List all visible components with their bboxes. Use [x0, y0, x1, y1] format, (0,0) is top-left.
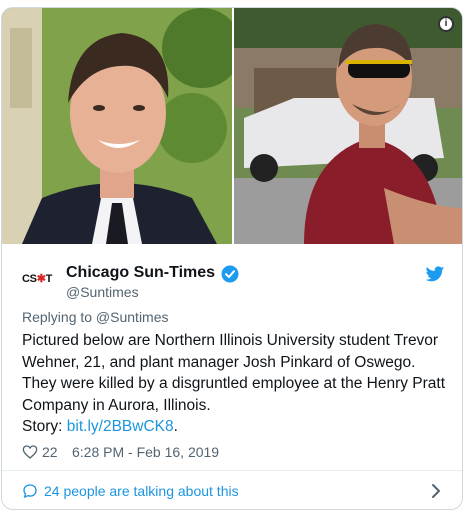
twitter-bird-icon[interactable] — [425, 266, 445, 283]
logo-star: ✱ — [36, 273, 46, 285]
photo-young-man[interactable] — [2, 8, 232, 244]
info-icon[interactable]: i — [438, 16, 454, 32]
tweet-text: Pictured below are Northern Illinois Uni… — [22, 332, 446, 414]
heart-icon[interactable] — [22, 444, 38, 460]
account-handle[interactable]: @Suntimes — [66, 284, 139, 300]
tweet-timestamp[interactable]: 6:28 PM - Feb 16, 2019 — [72, 444, 219, 460]
story-label: Story: — [22, 418, 67, 435]
account-name[interactable]: Chicago Sun-Times — [66, 264, 215, 282]
account-logo[interactable]: CS✱T — [22, 272, 56, 288]
story-line: Story: bit.ly/2BBwCK8. — [22, 416, 178, 438]
verified-badge-icon — [221, 265, 239, 283]
tweet-media[interactable]: i — [2, 8, 462, 244]
story-link[interactable]: bit.ly/2BBwCK8 — [67, 418, 174, 435]
photo-man-sunglasses[interactable] — [234, 8, 462, 244]
logo-text-left: CS — [22, 273, 37, 285]
conversation-link[interactable]: 24 people are talking about this — [2, 471, 462, 509]
speech-bubble-icon — [23, 484, 37, 499]
like-count[interactable]: 22 — [42, 444, 58, 460]
chevron-right-icon[interactable] — [430, 483, 442, 499]
replying-to-label[interactable]: Replying to @Suntimes — [22, 309, 169, 325]
story-suffix: . — [173, 418, 178, 435]
logo-text-right: T — [45, 273, 53, 285]
talking-count-label[interactable]: 24 people are talking about this — [44, 483, 239, 499]
tweet-header: CS✱T Chicago Sun-Times @Suntimes — [2, 244, 462, 314]
embedded-tweet-card: i CS✱T Chicago Sun-Times @Suntimes Reply… — [1, 7, 463, 510]
